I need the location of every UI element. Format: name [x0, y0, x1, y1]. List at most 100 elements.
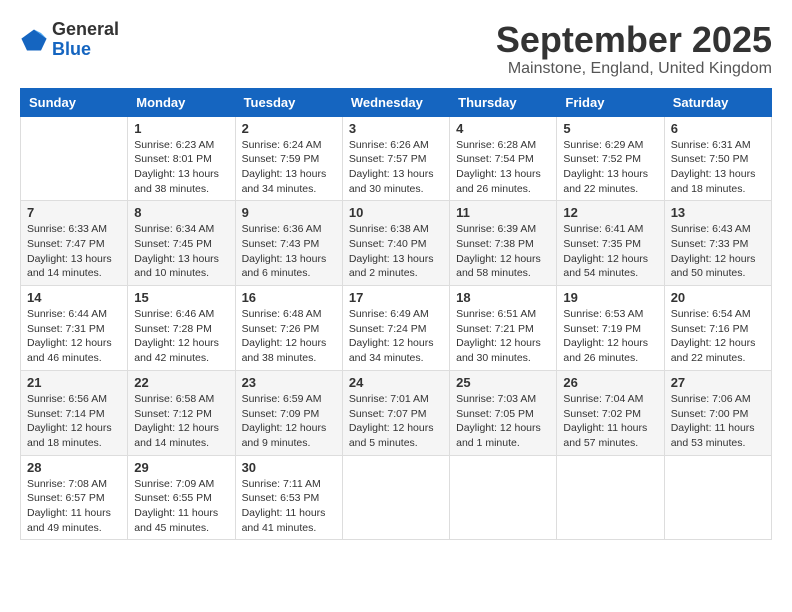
weekday-header-friday: Friday — [557, 88, 664, 116]
day-number: 15 — [134, 290, 228, 305]
day-number: 30 — [242, 460, 336, 475]
day-info: Sunrise: 6:51 AMSunset: 7:21 PMDaylight:… — [456, 307, 550, 366]
calendar-cell: 25 Sunrise: 7:03 AMSunset: 7:05 PMDayligh… — [450, 370, 557, 455]
day-number: 24 — [349, 375, 443, 390]
calendar-cell: 22 Sunrise: 6:58 AMSunset: 7:12 PMDayligh… — [128, 370, 235, 455]
day-number: 2 — [242, 121, 336, 136]
day-info: Sunrise: 7:09 AMSunset: 6:55 PMDaylight:… — [134, 477, 228, 536]
title-block: September 2025 Mainstone, England, Unite… — [496, 20, 772, 78]
calendar-cell: 6 Sunrise: 6:31 AMSunset: 7:50 PMDaylight… — [664, 116, 771, 201]
day-info: Sunrise: 6:38 AMSunset: 7:40 PMDaylight:… — [349, 222, 443, 281]
weekday-header-sunday: Sunday — [21, 88, 128, 116]
calendar-cell: 28 Sunrise: 7:08 AMSunset: 6:57 PMDayligh… — [21, 455, 128, 540]
calendar-cell: 21 Sunrise: 6:56 AMSunset: 7:14 PMDayligh… — [21, 370, 128, 455]
calendar-cell: 10 Sunrise: 6:38 AMSunset: 7:40 PMDayligh… — [342, 201, 449, 286]
day-number: 5 — [563, 121, 657, 136]
calendar-cell: 26Sunrise: 7:04 AMSunset: 7:02 PMDayligh… — [557, 370, 664, 455]
day-number: 9 — [242, 205, 336, 220]
day-info: Sunrise: 6:44 AMSunset: 7:31 PMDaylight:… — [27, 307, 121, 366]
day-info: Sunrise: 6:58 AMSunset: 7:12 PMDaylight:… — [134, 392, 228, 451]
weekday-header-thursday: Thursday — [450, 88, 557, 116]
day-info: Sunrise: 6:24 AMSunset: 7:59 PMDaylight:… — [242, 138, 336, 197]
calendar-cell: 1Sunrise: 6:23 AMSunset: 8:01 PMDaylight… — [128, 116, 235, 201]
day-number: 8 — [134, 205, 228, 220]
day-number: 17 — [349, 290, 443, 305]
calendar-cell: 19 Sunrise: 6:53 AMSunset: 7:19 PMDayligh… — [557, 286, 664, 371]
calendar-cell: 14 Sunrise: 6:44 AMSunset: 7:31 PMDayligh… — [21, 286, 128, 371]
weekday-header-monday: Monday — [128, 88, 235, 116]
day-number: 20 — [671, 290, 765, 305]
day-number: 12 — [563, 205, 657, 220]
week-row-2: 7 Sunrise: 6:33 AMSunset: 7:47 PMDaylight… — [21, 201, 772, 286]
day-number: 10 — [349, 205, 443, 220]
logo-icon — [20, 26, 48, 54]
day-number: 28 — [27, 460, 121, 475]
day-info: Sunrise: 6:56 AMSunset: 7:14 PMDaylight:… — [27, 392, 121, 451]
calendar-cell: 24Sunrise: 7:01 AMSunset: 7:07 PMDayligh… — [342, 370, 449, 455]
day-info: Sunrise: 7:06 AMSunset: 7:00 PMDaylight:… — [671, 392, 765, 451]
day-info: Sunrise: 6:23 AMSunset: 8:01 PMDaylight:… — [134, 138, 228, 197]
weekday-header-saturday: Saturday — [664, 88, 771, 116]
week-row-3: 14 Sunrise: 6:44 AMSunset: 7:31 PMDayligh… — [21, 286, 772, 371]
calendar-cell: 11 Sunrise: 6:39 AMSunset: 7:38 PMDayligh… — [450, 201, 557, 286]
day-number: 29 — [134, 460, 228, 475]
calendar-cell: 8 Sunrise: 6:34 AMSunset: 7:45 PMDaylight… — [128, 201, 235, 286]
weekday-header-row: SundayMondayTuesdayWednesdayThursdayFrid… — [21, 88, 772, 116]
logo-text: General Blue — [52, 20, 119, 60]
day-info: Sunrise: 6:31 AMSunset: 7:50 PMDaylight:… — [671, 138, 765, 197]
day-number: 13 — [671, 205, 765, 220]
day-info: Sunrise: 6:59 AMSunset: 7:09 PMDaylight:… — [242, 392, 336, 451]
calendar-cell: 20 Sunrise: 6:54 AMSunset: 7:16 PMDayligh… — [664, 286, 771, 371]
location-text: Mainstone, England, United Kingdom — [496, 60, 772, 78]
day-info: Sunrise: 6:53 AMSunset: 7:19 PMDaylight:… — [563, 307, 657, 366]
day-info: Sunrise: 6:28 AMSunset: 7:54 PMDaylight:… — [456, 138, 550, 197]
day-info: Sunrise: 6:29 AMSunset: 7:52 PMDaylight:… — [563, 138, 657, 197]
day-info: Sunrise: 6:48 AMSunset: 7:26 PMDaylight:… — [242, 307, 336, 366]
calendar-cell: 2 Sunrise: 6:24 AMSunset: 7:59 PMDaylight… — [235, 116, 342, 201]
day-info: Sunrise: 6:49 AMSunset: 7:24 PMDaylight:… — [349, 307, 443, 366]
calendar-cell: 4Sunrise: 6:28 AMSunset: 7:54 PMDaylight… — [450, 116, 557, 201]
day-number: 3 — [349, 121, 443, 136]
day-number: 7 — [27, 205, 121, 220]
calendar-cell: 12 Sunrise: 6:41 AMSunset: 7:35 PMDayligh… — [557, 201, 664, 286]
day-info: Sunrise: 6:43 AMSunset: 7:33 PMDaylight:… — [671, 222, 765, 281]
calendar-cell: 13 Sunrise: 6:43 AMSunset: 7:33 PMDayligh… — [664, 201, 771, 286]
day-info: Sunrise: 7:03 AMSunset: 7:05 PMDaylight:… — [456, 392, 550, 451]
calendar-cell: 5 Sunrise: 6:29 AMSunset: 7:52 PMDaylight… — [557, 116, 664, 201]
day-number: 27 — [671, 375, 765, 390]
day-number: 18 — [456, 290, 550, 305]
week-row-1: 1Sunrise: 6:23 AMSunset: 8:01 PMDaylight… — [21, 116, 772, 201]
day-number: 6 — [671, 121, 765, 136]
day-info: Sunrise: 6:36 AMSunset: 7:43 PMDaylight:… — [242, 222, 336, 281]
day-info: Sunrise: 7:08 AMSunset: 6:57 PMDaylight:… — [27, 477, 121, 536]
month-title: September 2025 — [496, 20, 772, 60]
page-header: General Blue September 2025 Mainstone, E… — [20, 20, 772, 78]
weekday-header-tuesday: Tuesday — [235, 88, 342, 116]
day-info: Sunrise: 7:11 AMSunset: 6:53 PMDaylight:… — [242, 477, 336, 536]
day-info: Sunrise: 6:54 AMSunset: 7:16 PMDaylight:… — [671, 307, 765, 366]
calendar-cell: 30 Sunrise: 7:11 AMSunset: 6:53 PMDayligh… — [235, 455, 342, 540]
calendar-cell: 17 Sunrise: 6:49 AMSunset: 7:24 PMDayligh… — [342, 286, 449, 371]
day-info: Sunrise: 6:39 AMSunset: 7:38 PMDaylight:… — [456, 222, 550, 281]
calendar-cell: 27 Sunrise: 7:06 AMSunset: 7:00 PMDayligh… — [664, 370, 771, 455]
day-number: 19 — [563, 290, 657, 305]
calendar-cell: 3Sunrise: 6:26 AMSunset: 7:57 PMDaylight… — [342, 116, 449, 201]
calendar-cell — [557, 455, 664, 540]
calendar-cell — [342, 455, 449, 540]
day-info: Sunrise: 6:34 AMSunset: 7:45 PMDaylight:… — [134, 222, 228, 281]
calendar-cell: 16 Sunrise: 6:48 AMSunset: 7:26 PMDayligh… — [235, 286, 342, 371]
calendar-cell — [21, 116, 128, 201]
calendar-cell: 9 Sunrise: 6:36 AMSunset: 7:43 PMDaylight… — [235, 201, 342, 286]
day-number: 16 — [242, 290, 336, 305]
day-number: 26 — [563, 375, 657, 390]
week-row-5: 28 Sunrise: 7:08 AMSunset: 6:57 PMDayligh… — [21, 455, 772, 540]
week-row-4: 21 Sunrise: 6:56 AMSunset: 7:14 PMDayligh… — [21, 370, 772, 455]
calendar-cell: 23Sunrise: 6:59 AMSunset: 7:09 PMDayligh… — [235, 370, 342, 455]
day-number: 14 — [27, 290, 121, 305]
day-number: 11 — [456, 205, 550, 220]
day-info: Sunrise: 6:41 AMSunset: 7:35 PMDaylight:… — [563, 222, 657, 281]
day-number: 22 — [134, 375, 228, 390]
day-number: 21 — [27, 375, 121, 390]
day-info: Sunrise: 6:33 AMSunset: 7:47 PMDaylight:… — [27, 222, 121, 281]
day-number: 25 — [456, 375, 550, 390]
